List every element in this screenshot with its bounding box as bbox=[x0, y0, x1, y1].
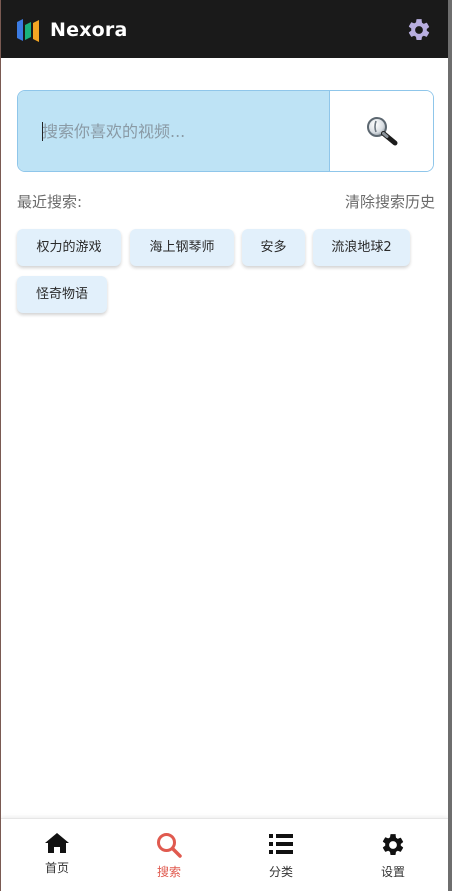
clear-history-button[interactable]: 清除搜索历史 bbox=[345, 191, 435, 212]
logo-icon bbox=[17, 19, 39, 42]
search-button[interactable] bbox=[329, 91, 433, 171]
nav-item-category[interactable]: 分类 bbox=[225, 819, 337, 891]
nav-label-search: 搜索 bbox=[156, 865, 181, 879]
app-window: Nexora 搜索你喜欢的视频... 最近搜索: 清除搜索历史 权力的游戏 海上… bbox=[1, 0, 448, 891]
home-icon bbox=[45, 833, 69, 853]
nav-item-search[interactable]: 搜索 bbox=[113, 819, 225, 891]
app-header: Nexora bbox=[1, 0, 448, 58]
recent-search-label: 最近搜索: bbox=[17, 193, 83, 211]
bottom-nav: 首页 搜索 分类 设置 bbox=[1, 818, 448, 891]
recent-tag[interactable]: 安多 bbox=[242, 229, 305, 266]
text-caret bbox=[42, 122, 43, 141]
recent-tag[interactable]: 怪奇物语 bbox=[17, 276, 107, 313]
search-bar bbox=[17, 90, 434, 172]
gear-icon bbox=[408, 19, 430, 40]
scrollbar[interactable] bbox=[448, 0, 452, 891]
nav-item-home[interactable]: 首页 bbox=[1, 819, 113, 891]
recent-tag[interactable]: 权力的游戏 bbox=[17, 229, 121, 266]
search-icon bbox=[157, 833, 182, 858]
app-name: Nexora bbox=[50, 19, 128, 41]
gear-icon bbox=[382, 834, 404, 855]
nav-label-category: 分类 bbox=[268, 865, 293, 879]
list-icon bbox=[269, 834, 293, 854]
recent-tag[interactable]: 流浪地球2 bbox=[313, 229, 410, 266]
nav-label-settings: 设置 bbox=[380, 865, 405, 879]
logo[interactable]: Nexora bbox=[15, 16, 128, 44]
nav-item-settings[interactable]: 设置 bbox=[337, 819, 448, 891]
header-settings-button[interactable] bbox=[406, 17, 432, 43]
nav-label-home: 首页 bbox=[44, 861, 69, 875]
search-input[interactable] bbox=[18, 91, 329, 171]
recent-tag[interactable]: 海上钢琴师 bbox=[130, 229, 234, 266]
magnifier-icon bbox=[366, 117, 397, 146]
